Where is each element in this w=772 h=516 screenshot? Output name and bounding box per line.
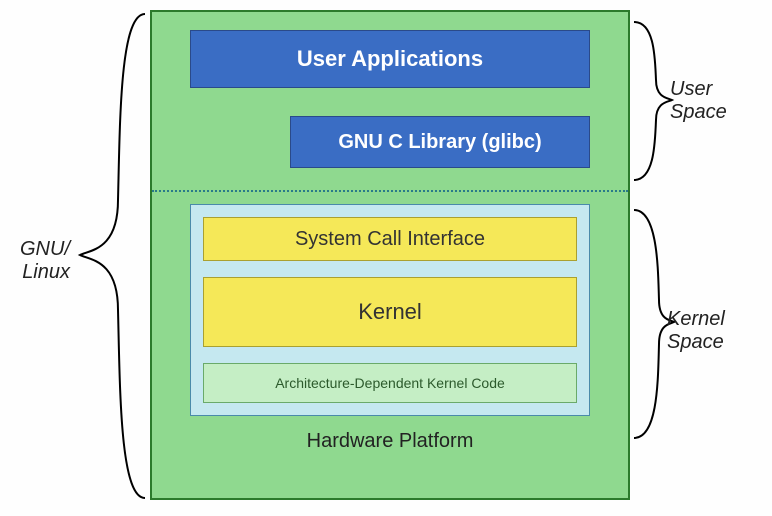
- gnu-linux-text-1: GNU/: [20, 238, 70, 260]
- label-kernel-space: Kernel Space: [667, 308, 725, 354]
- sci-label: System Call Interface: [295, 228, 485, 251]
- label-user-space: User Space: [670, 78, 727, 124]
- arch-code-label: Architecture-Dependent Kernel Code: [275, 375, 505, 391]
- hardware-platform-text: Hardware Platform: [307, 430, 474, 452]
- kernel-space-text-2: Space: [667, 331, 724, 353]
- kernel-box: Kernel: [203, 277, 577, 347]
- kernel-label: Kernel: [358, 299, 422, 325]
- system-call-interface-box: System Call Interface: [203, 217, 577, 261]
- user-space-text-2: Space: [670, 101, 727, 123]
- user-apps-label: User Applications: [297, 46, 483, 72]
- label-gnu-linux: GNU/ Linux: [10, 238, 70, 284]
- arch-dependent-code-box: Architecture-Dependent Kernel Code: [203, 363, 577, 403]
- user-applications-box: User Applications: [190, 30, 590, 88]
- gnu-linux-text-2: Linux: [22, 261, 70, 283]
- kernel-space-container: System Call Interface Kernel Architectur…: [190, 204, 590, 416]
- glibc-box: GNU C Library (glibc): [290, 116, 590, 168]
- user-space-text-1: User: [670, 78, 712, 100]
- glibc-label: GNU C Library (glibc): [338, 131, 541, 154]
- hardware-platform-label: Hardware Platform: [170, 430, 610, 453]
- user-kernel-divider: [152, 190, 628, 192]
- kernel-space-text-1: Kernel: [667, 308, 725, 330]
- hardware-platform-container: User Applications GNU C Library (glibc) …: [150, 10, 630, 500]
